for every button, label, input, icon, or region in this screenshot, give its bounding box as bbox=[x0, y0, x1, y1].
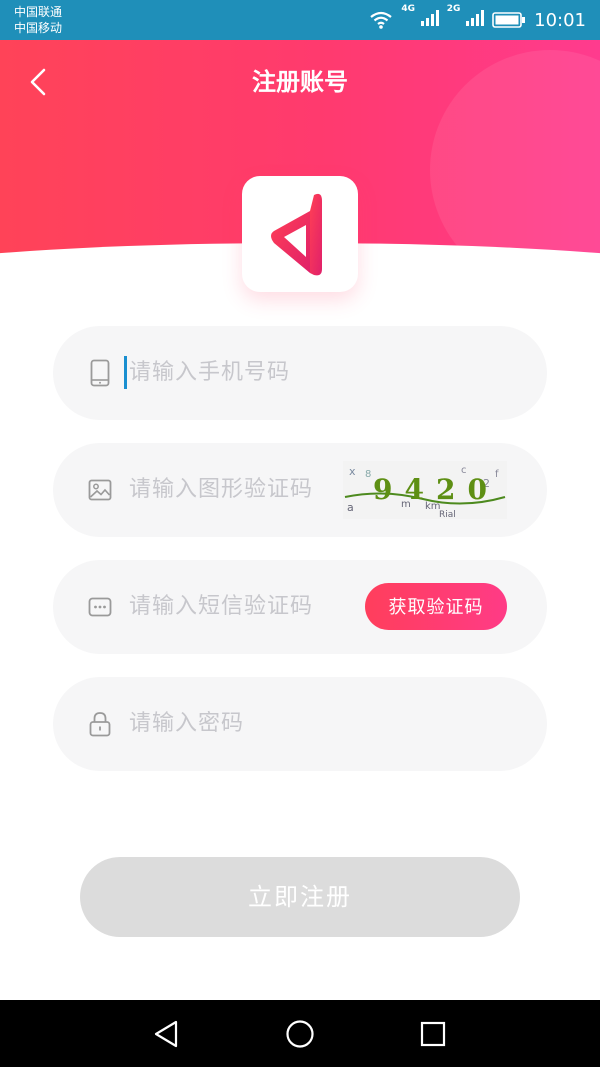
status-icons: 4G 2G 10:01 bbox=[369, 0, 586, 40]
logo-mark bbox=[271, 193, 322, 276]
message-icon bbox=[87, 594, 113, 620]
nav-home-button[interactable] bbox=[282, 1016, 318, 1052]
signal-group-2: 2G bbox=[447, 4, 485, 31]
svg-text:a: a bbox=[347, 501, 354, 514]
password-input[interactable]: 请输入密码 bbox=[129, 677, 244, 771]
svg-text:x: x bbox=[349, 465, 356, 478]
recents-square-icon bbox=[420, 1021, 446, 1047]
nav-back-button[interactable] bbox=[148, 1016, 184, 1052]
system-nav-bar bbox=[0, 1000, 600, 1067]
network-type-2: 2G bbox=[446, 3, 461, 14]
carrier-info: 中国联通 中国移动 bbox=[14, 4, 62, 36]
network-type-1: 4G bbox=[401, 3, 415, 14]
carrier-2: 中国移动 bbox=[14, 21, 63, 35]
signal-icon bbox=[466, 9, 485, 26]
wifi-icon bbox=[370, 11, 393, 29]
phone-input[interactable]: 请输入手机号码 bbox=[129, 326, 290, 420]
app-logo bbox=[242, 176, 358, 292]
get-code-button[interactable]: 获取验证码 bbox=[365, 583, 507, 630]
sms-field[interactable]: 请输入短信验证码 获取验证码 bbox=[53, 560, 547, 654]
battery-icon bbox=[492, 12, 526, 28]
captcha-field[interactable]: 请输入图形验证码 x 8 c 2 f a m km Rial 9420 bbox=[53, 443, 547, 537]
clock: 10:01 bbox=[534, 9, 586, 31]
phone-icon bbox=[87, 359, 113, 387]
password-field[interactable]: 请输入密码 bbox=[53, 677, 547, 771]
text-cursor bbox=[124, 356, 127, 389]
register-button[interactable]: 立即注册 bbox=[80, 857, 520, 937]
captcha-image[interactable]: x 8 c 2 f a m km Rial 9420 bbox=[343, 461, 507, 519]
captcha-code: 9420 bbox=[373, 473, 499, 506]
page-title: 注册账号 bbox=[252, 68, 348, 96]
lock-icon bbox=[87, 711, 113, 737]
home-circle-icon bbox=[286, 1020, 314, 1048]
svg-text:8: 8 bbox=[365, 469, 371, 480]
svg-text:Rial: Rial bbox=[439, 510, 456, 519]
signal-icon bbox=[420, 9, 439, 26]
signal-group-1: 4G bbox=[401, 4, 439, 31]
nav-recents-button[interactable] bbox=[415, 1016, 451, 1052]
phone-field[interactable]: 请输入手机号码 bbox=[53, 326, 547, 420]
image-icon bbox=[87, 477, 113, 503]
status-bar: 中国联通 中国移动 4G 2G 10:01 bbox=[0, 0, 600, 40]
sms-input[interactable]: 请输入短信验证码 bbox=[129, 560, 313, 654]
back-triangle-icon bbox=[154, 1020, 178, 1048]
carrier-1: 中国联通 bbox=[14, 5, 63, 19]
captcha-input[interactable]: 请输入图形验证码 bbox=[129, 443, 313, 537]
